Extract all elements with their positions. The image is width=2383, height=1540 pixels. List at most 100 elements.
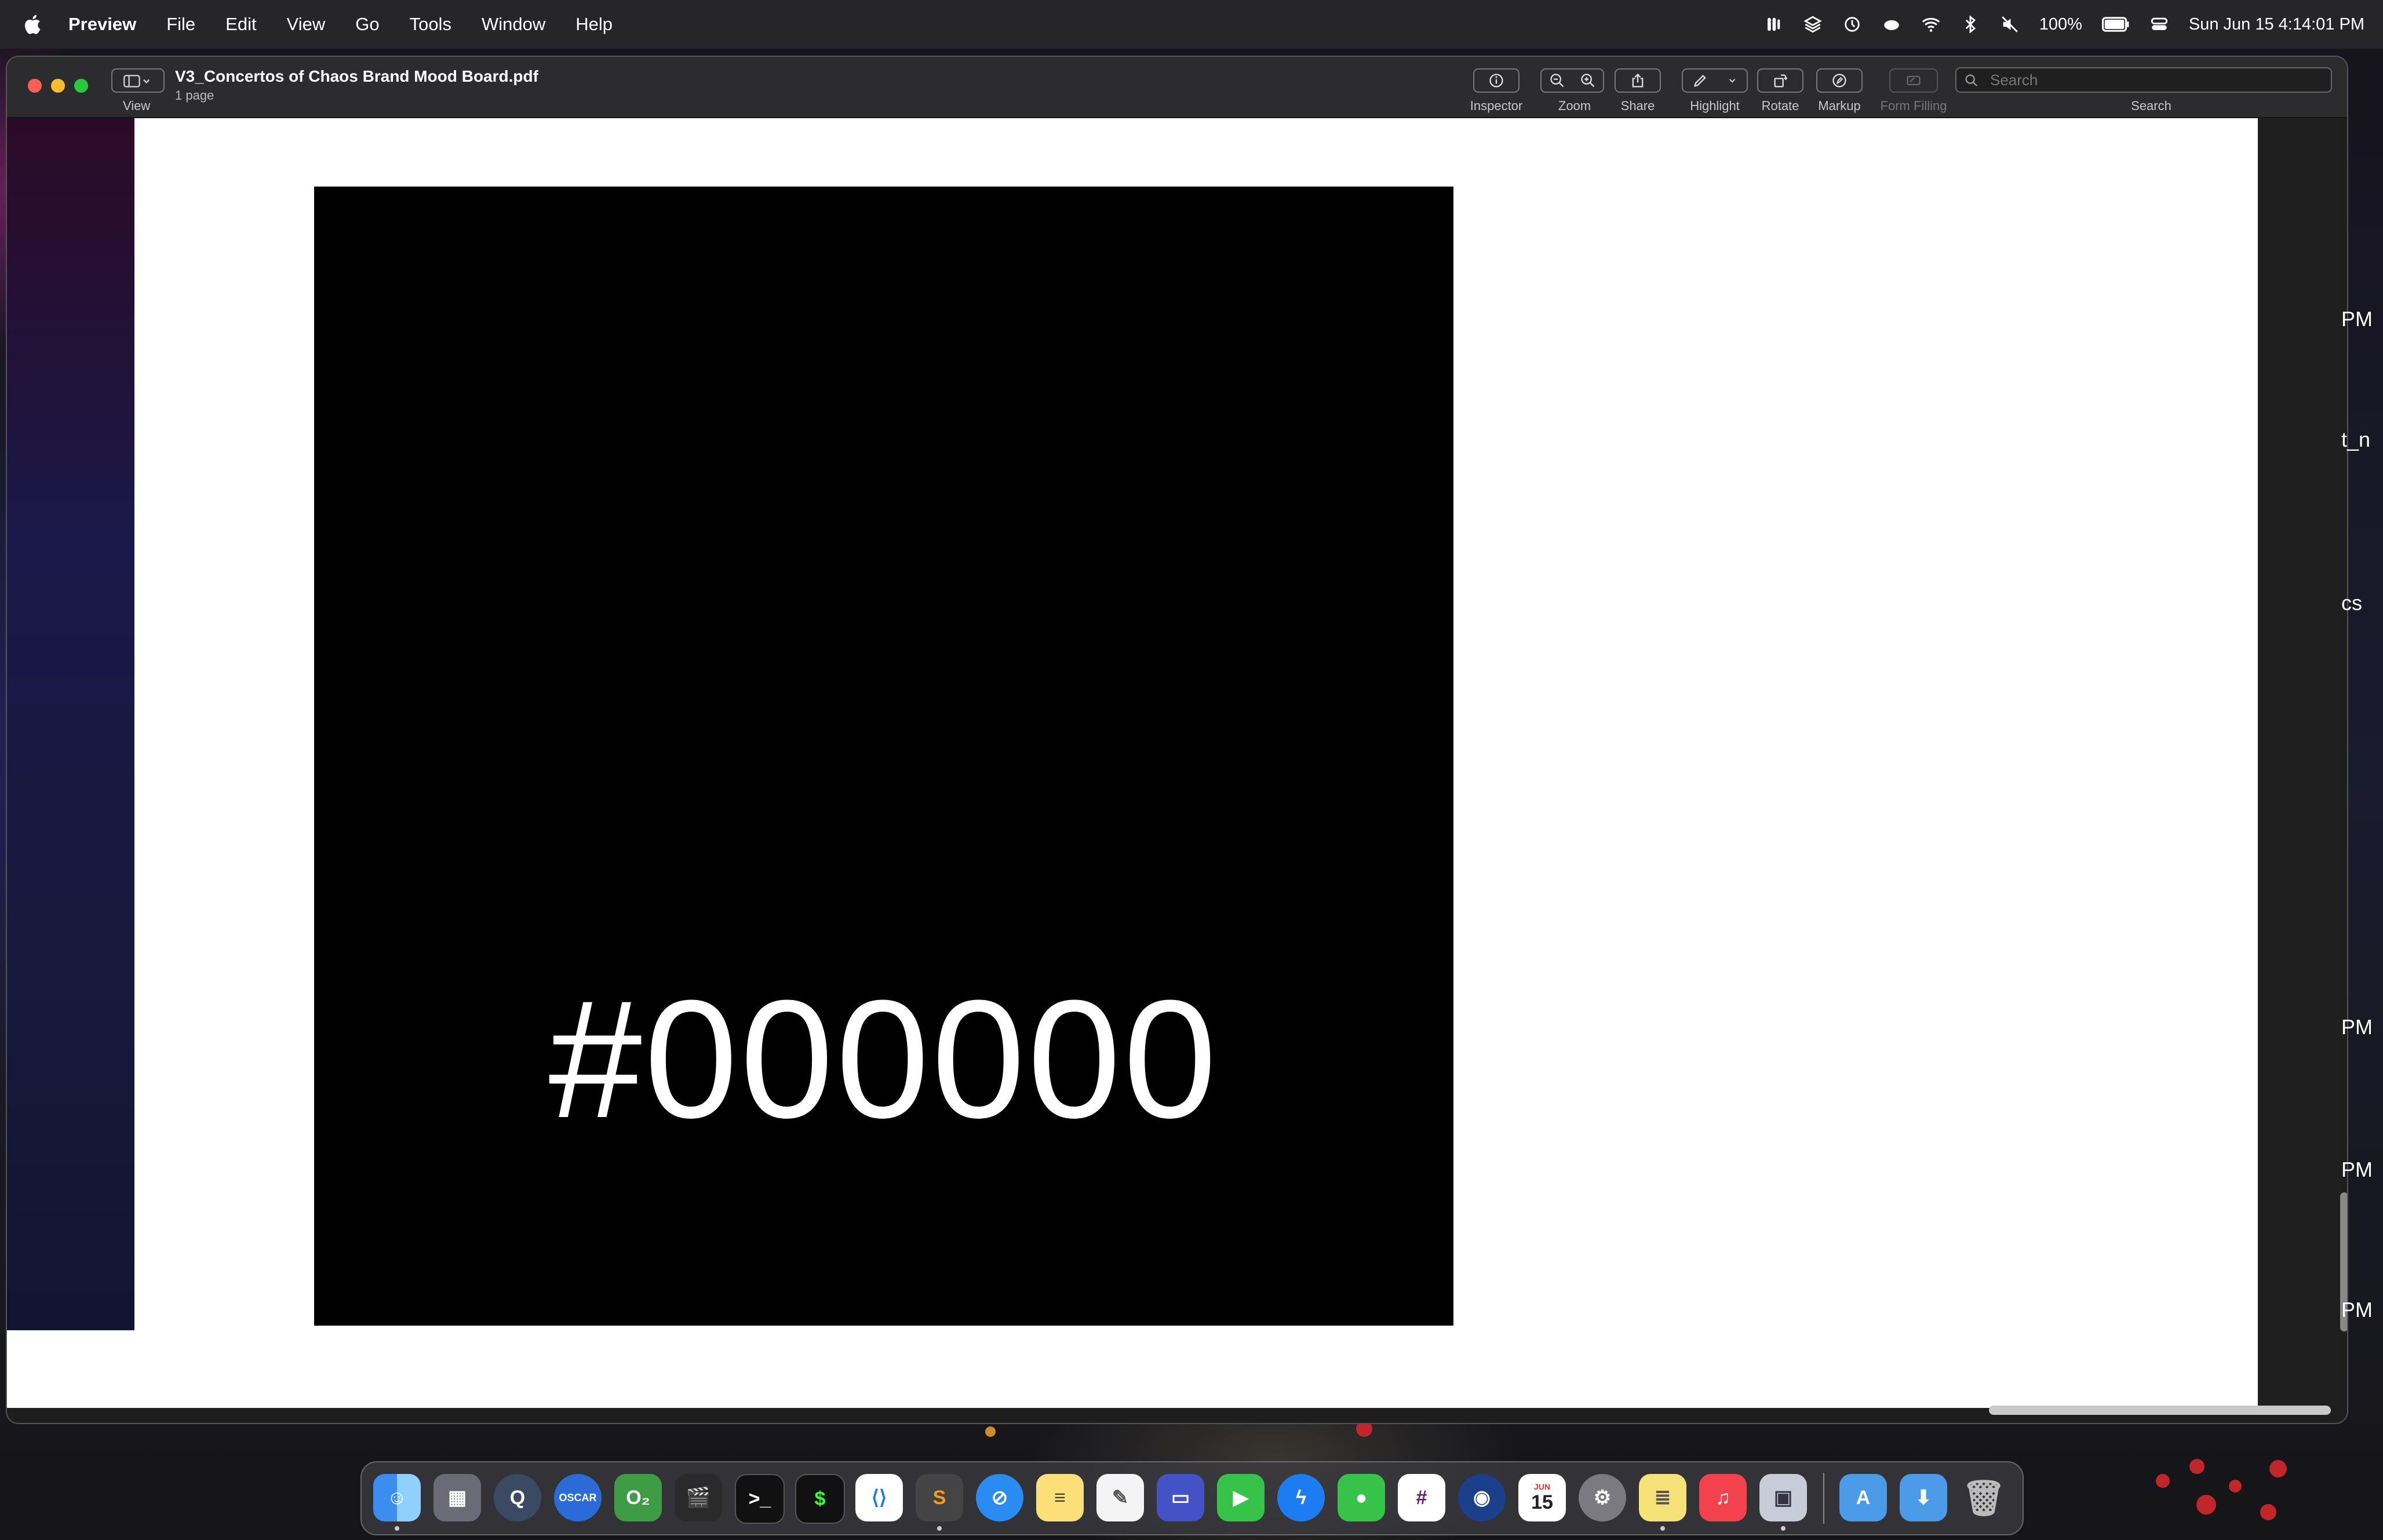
screens-icon[interactable]: ▭ [1157,1474,1204,1521]
iterm-icon[interactable]: $ [795,1474,845,1524]
wallpaper-dot [2156,1474,2170,1488]
volume-muted-icon[interactable] [2000,14,2020,34]
background-window-strip [7,118,134,1330]
running-indicator [1660,1526,1665,1531]
bluetooth-icon[interactable] [1961,14,1980,34]
textedit-icon[interactable]: ✎ [1096,1474,1144,1521]
messages-icon[interactable]: ● [1338,1474,1385,1521]
apple-icon[interactable] [22,13,42,35]
calendar-icon[interactable]: JUN 15 [1518,1474,1566,1521]
launchpad-icon[interactable]: ▦ [433,1474,481,1521]
notes-icon[interactable]: ≡ [1036,1474,1084,1521]
stickies-icon[interactable]: ≣ [1639,1474,1686,1521]
battery-icon[interactable] [2101,14,2130,34]
oscar-icon[interactable]: OSCAR [554,1474,602,1521]
wallpaper-dot [2229,1480,2242,1492]
terminal-icon[interactable]: >_ [735,1474,785,1524]
form-filling-icon [1907,75,1921,86]
sublime-icon[interactable]: S [916,1474,963,1521]
vscode-icon[interactable]: ⟨⟩ [855,1474,903,1521]
music-icon[interactable]: ♫ [1699,1474,1747,1521]
system-settings-icon[interactable]: ⚙ [1579,1474,1626,1521]
running-indicator [937,1526,942,1531]
rotate-button[interactable] [1757,68,1803,93]
minimize-button[interactable] [51,79,65,93]
search-label: Search [2131,98,2171,113]
trash-icon[interactable]: 🗑 [1960,1474,2007,1521]
menu-edit[interactable]: Edit [225,14,256,35]
finder-icon[interactable]: ☺ [373,1474,421,1521]
status-extras-icon[interactable] [1763,14,1783,34]
info-icon [1489,74,1503,87]
search-input[interactable]: Search [1955,67,2332,93]
dock: ☺ ▦ Q OSCAR O₂ 🎬 >_ $ ⟨⟩ S ⊘ ≡ ✎ ▭ ▶ ϟ ●… [360,1461,2024,1535]
share-button[interactable] [1615,68,1661,93]
horizontal-scrollbar[interactable] [1989,1406,2331,1415]
downloads-folder-icon[interactable]: ⬇ [1900,1474,1947,1521]
quicktime-icon[interactable]: Q [494,1474,541,1521]
applications-folder-icon[interactable]: A [1839,1474,1887,1521]
zoom-window-button[interactable] [74,79,88,93]
view-button[interactable] [111,68,165,93]
form-filling-label: Form Filling [1880,98,1947,113]
menu-view[interactable]: View [287,14,326,35]
background-text: PM [2341,1158,2373,1181]
zoom-label: Zoom [1558,98,1591,113]
share-label: Share [1620,98,1655,113]
close-button[interactable] [28,79,42,93]
wallpaper-dot [2269,1460,2287,1477]
wifi-icon[interactable] [1921,14,1941,34]
final-cut-icon[interactable]: 🎬 [675,1474,722,1521]
safari-icon[interactable]: ⊘ [976,1474,1023,1521]
zoom-controls[interactable] [1540,68,1604,93]
zoom-in-icon[interactable] [1580,72,1596,89]
preview-window: View V3_Concertos of Chaos Brand Mood Bo… [6,56,2348,1424]
markup-pen-icon [1832,74,1846,87]
menu-bar: Preview File Edit View Go Tools Window H… [0,0,2383,49]
menu-tools[interactable]: Tools [410,14,451,35]
highlighter-icon [1694,75,1706,87]
slack-icon[interactable]: # [1398,1474,1445,1521]
firefox-icon[interactable]: ◉ [1458,1474,1506,1521]
menu-go[interactable]: Go [355,14,379,35]
zoom-out-icon[interactable] [1549,72,1565,89]
highlight-button[interactable] [1682,68,1748,93]
clock[interactable]: Sun Jun 15 4:14:01 PM [2189,15,2364,34]
wallpaper-dot [2260,1504,2276,1520]
calendar-month: JUN [1533,1481,1550,1491]
o2-icon[interactable]: O₂ [614,1474,662,1521]
time-machine-icon[interactable] [1842,14,1862,34]
battery-percent: 100% [2039,14,2082,34]
control-center-icon[interactable] [2149,14,2169,34]
preview-icon[interactable]: ▣ [1759,1474,1807,1521]
form-filling-button[interactable] [1889,68,1938,93]
inspector-button[interactable] [1473,68,1520,93]
markup-button[interactable] [1816,68,1863,93]
layers-icon[interactable] [1803,14,1823,34]
search-placeholder: Search [1990,71,2038,89]
background-text: t_n [2341,428,2371,451]
sidebar-icon [123,75,150,87]
document-page-count: 1 page [175,88,214,103]
menu-window[interactable]: Window [482,14,545,35]
rotate-icon [1774,74,1788,87]
document-view[interactable]: #000000 [7,118,2258,1408]
menu-help[interactable]: Help [575,14,613,35]
messenger-icon[interactable]: ϟ [1277,1474,1325,1521]
swatch-hex-label: #000000 [548,965,1219,1153]
highlight-label: Highlight [1690,98,1740,113]
dock-separator [1823,1473,1824,1524]
facetime-icon[interactable]: ▶ [1217,1474,1265,1521]
background-text: PM [2341,1298,2373,1322]
search-icon [1965,74,1978,87]
wallpaper-dot [2196,1495,2216,1515]
cloud-icon[interactable] [1882,14,1901,34]
chevron-down-icon[interactable] [1727,72,1737,89]
menu-app-name[interactable]: Preview [68,14,136,35]
background-text: PM [2341,1015,2373,1039]
menu-file[interactable]: File [166,14,195,35]
background-text: PM [2341,307,2373,331]
markup-label: Markup [1818,98,1861,113]
share-icon [1632,73,1644,87]
inspector-label: Inspector [1470,98,1523,113]
